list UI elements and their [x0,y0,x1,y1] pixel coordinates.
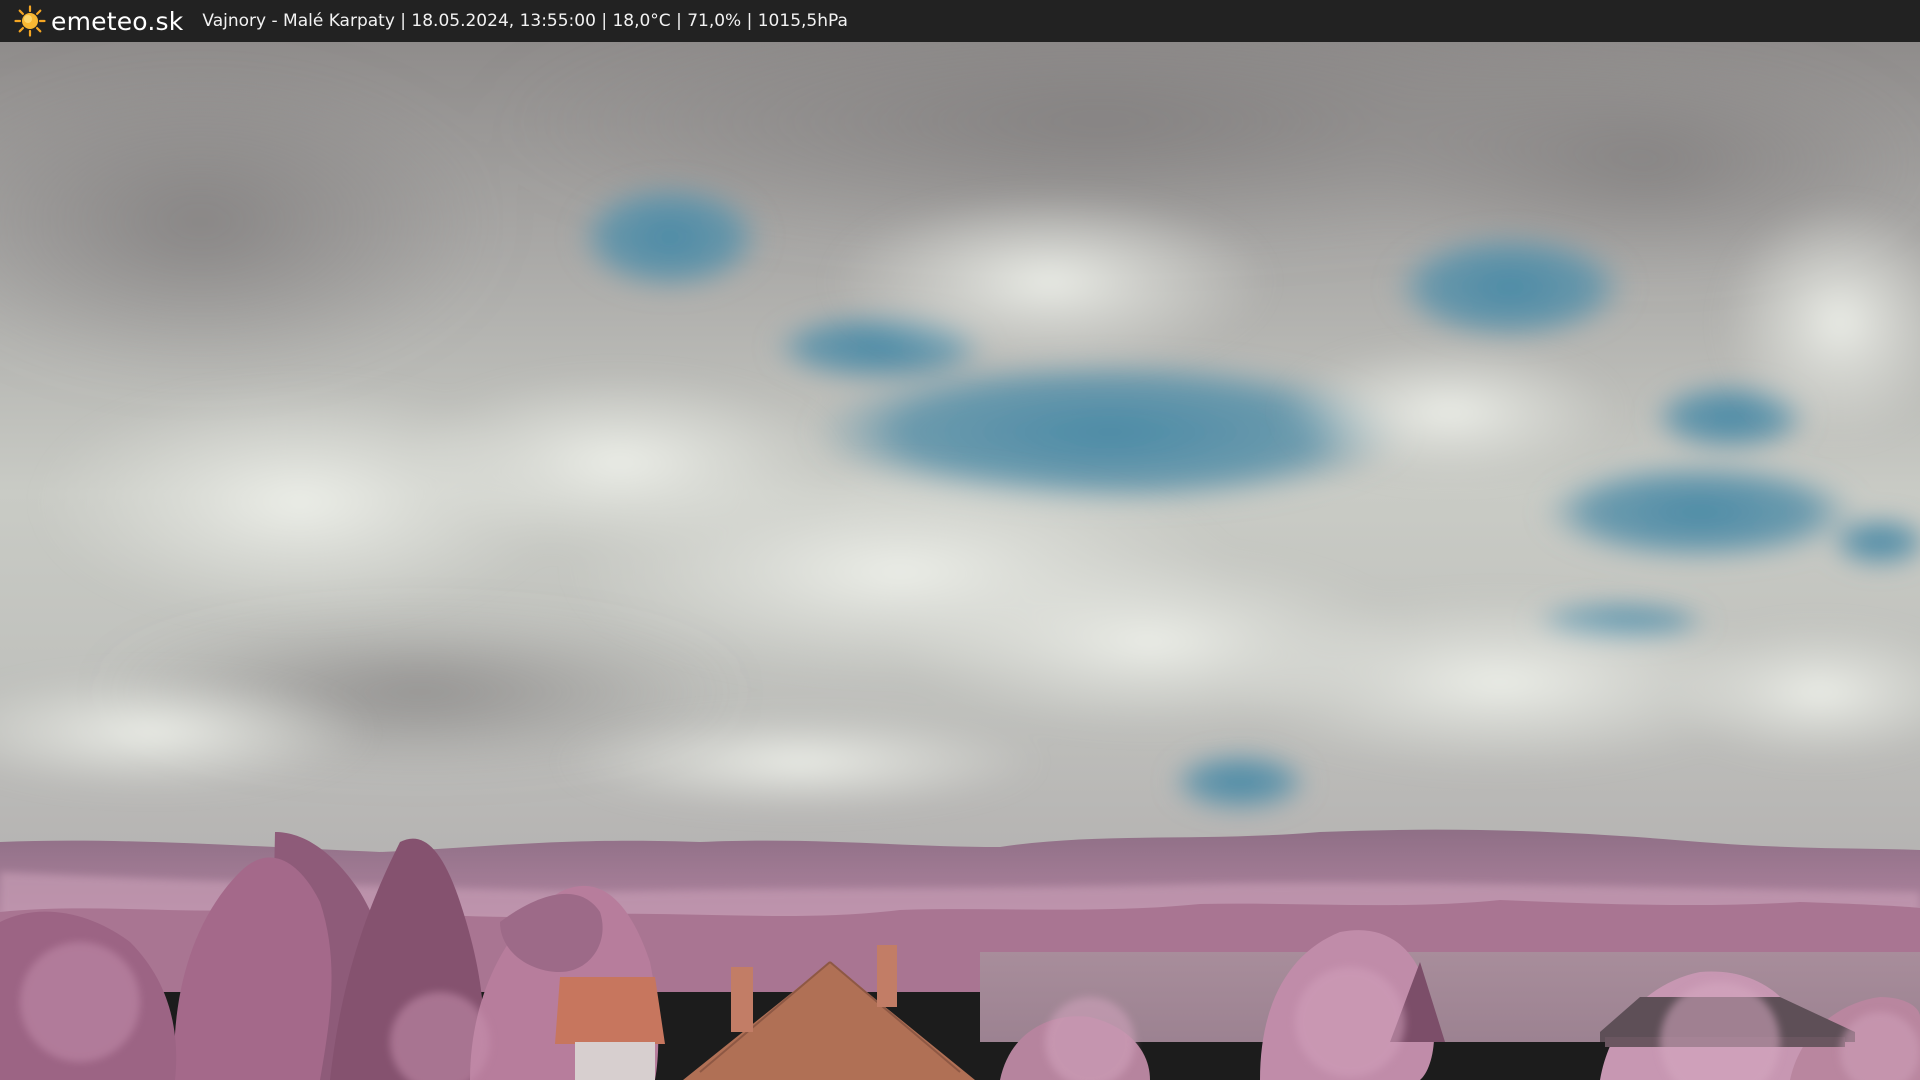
webcam-frame: emeteo.sk Vajnory - Malé Karpaty | 18.05… [0,0,1920,1080]
webcam-image [0,42,1920,1080]
caption-bar: emeteo.sk Vajnory - Malé Karpaty | 18.05… [0,0,1920,42]
brand-logo[interactable]: emeteo.sk [14,5,183,37]
brand-name: emeteo.sk [51,6,184,36]
sun-icon [14,5,46,37]
station-caption: Vajnory - Malé Karpaty | 18.05.2024, 13:… [202,11,848,31]
